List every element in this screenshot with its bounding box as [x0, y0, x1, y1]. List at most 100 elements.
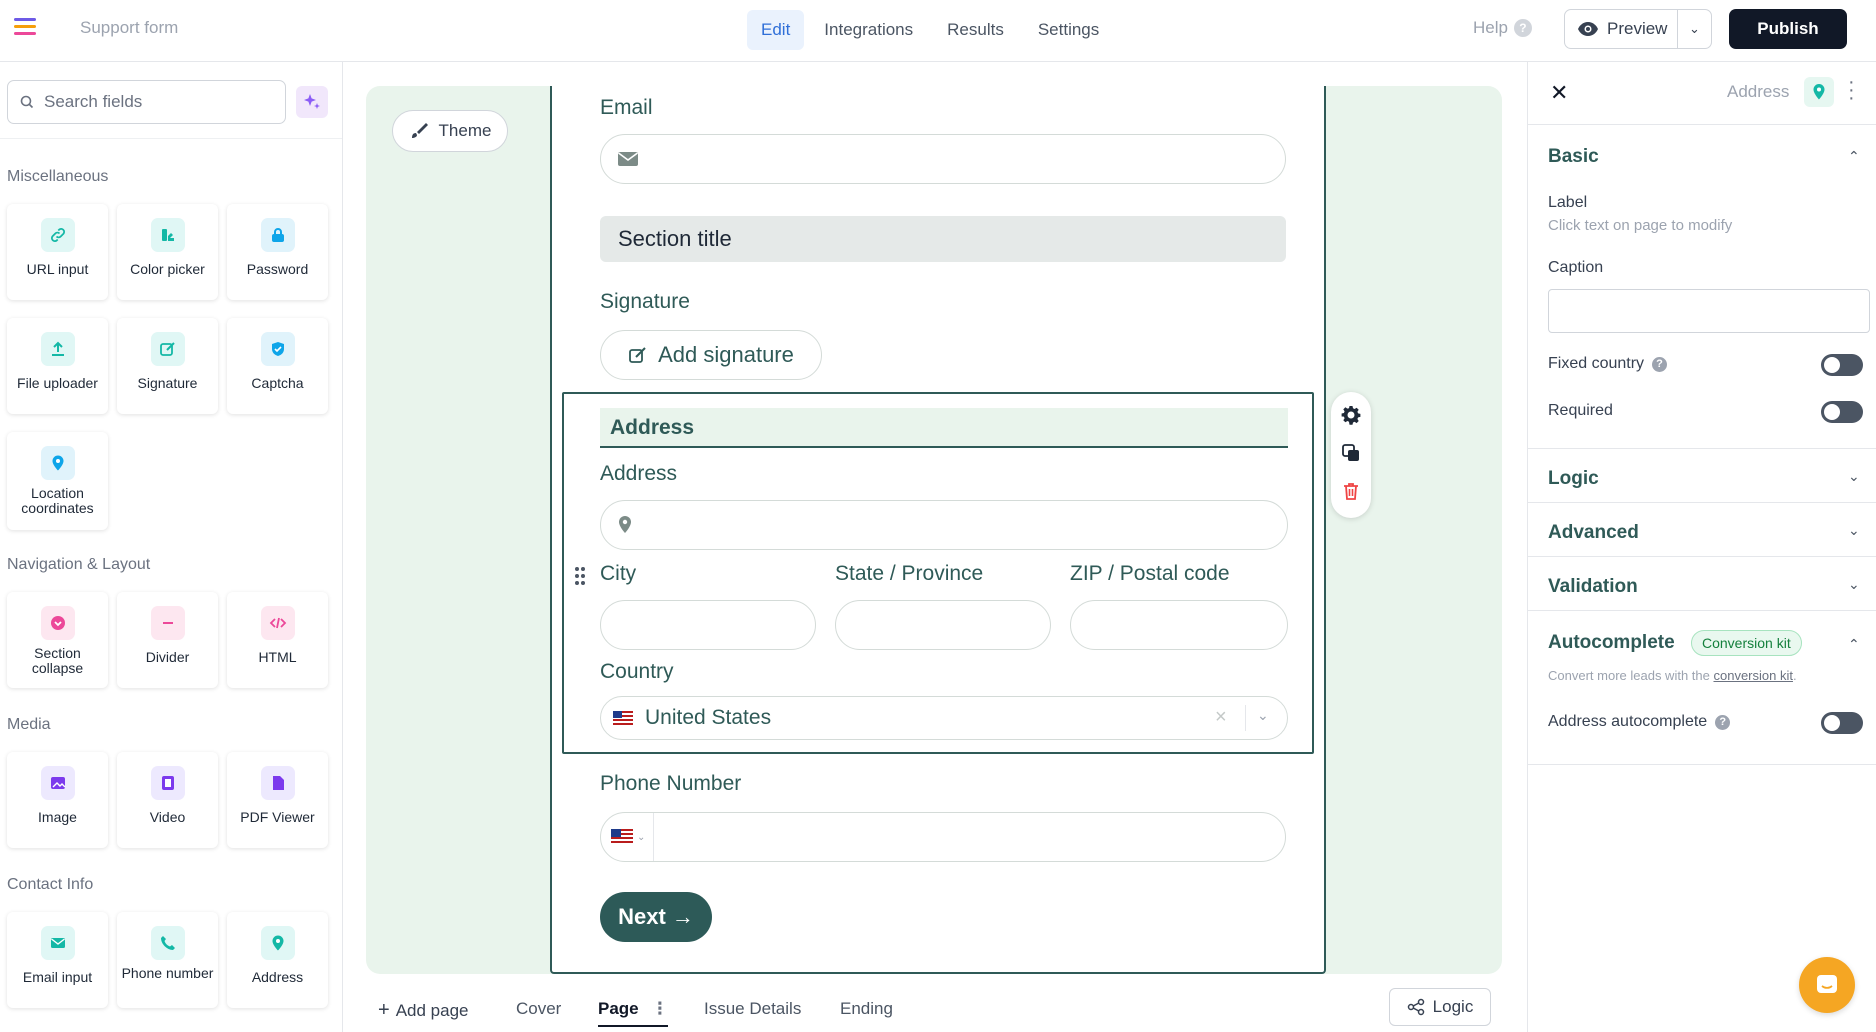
phone-country-picker[interactable]: ⌄ [611, 813, 655, 861]
chevron-up-icon[interactable]: ⌃ [1848, 148, 1860, 165]
field-captcha[interactable]: Captcha [227, 318, 328, 414]
next-button[interactable]: Next → [600, 892, 712, 942]
chevron-down-icon[interactable]: ⌄ [1678, 21, 1711, 37]
form-title[interactable]: Support form [80, 18, 178, 38]
section-logic[interactable]: Logic [1548, 468, 1599, 490]
field-pdf-viewer[interactable]: PDF Viewer [227, 752, 328, 848]
tile-label: HTML [258, 649, 297, 665]
field-divider[interactable]: Divider [117, 592, 218, 688]
section-validation[interactable]: Validation [1548, 576, 1638, 598]
help-icon[interactable]: ? [1652, 357, 1668, 372]
address-label[interactable]: Address [600, 462, 677, 486]
field-url-input[interactable]: URL input [7, 204, 108, 300]
tile-label: PDF Viewer [240, 809, 315, 825]
more-vertical-icon[interactable]: · · · [1848, 72, 1855, 108]
help-icon[interactable]: ? [1715, 715, 1731, 730]
country-label[interactable]: Country [600, 660, 674, 684]
field-image[interactable]: Image [7, 752, 108, 848]
page-tab-cover[interactable]: Cover [516, 999, 561, 1019]
field-section-collapse[interactable]: Section collapse [7, 592, 108, 688]
address-input[interactable] [600, 500, 1288, 550]
menu-icon[interactable] [14, 18, 38, 40]
edit-signature-icon [150, 332, 185, 366]
tile-label: Password [246, 261, 309, 277]
tab-integrations[interactable]: Integrations [810, 10, 927, 50]
city-input[interactable] [600, 600, 816, 650]
conversion-kit-link[interactable]: conversion kit [1713, 668, 1792, 683]
zip-input[interactable] [1070, 600, 1288, 650]
chevron-up-icon[interactable]: ⌃ [1848, 636, 1860, 653]
zip-label[interactable]: ZIP / Postal code [1070, 562, 1230, 586]
plus-icon: + [378, 999, 390, 1021]
duplicate-icon[interactable] [1341, 443, 1361, 468]
city-label[interactable]: City [600, 562, 636, 586]
field-phone-number[interactable]: Phone number [117, 912, 218, 1008]
fixed-country-toggle[interactable] [1821, 354, 1863, 376]
tile-label: File uploader [17, 375, 98, 391]
section-autocomplete[interactable]: Autocomplete [1548, 632, 1675, 654]
phone-label[interactable]: Phone Number [600, 772, 741, 796]
field-address[interactable]: Address [227, 912, 328, 1008]
section-advanced[interactable]: Advanced [1548, 522, 1639, 544]
country-select[interactable]: United States × ⌄ [600, 696, 1288, 740]
help-link[interactable]: Help ? [1473, 18, 1532, 38]
chat-support-button[interactable] [1799, 957, 1855, 1013]
field-color-picker[interactable]: Color picker [117, 204, 218, 300]
page-tab-issue-details[interactable]: Issue Details [704, 999, 801, 1019]
section-basic[interactable]: Basic [1548, 146, 1599, 168]
ai-sparkle-button[interactable] [296, 86, 328, 118]
field-html[interactable]: HTML [227, 592, 328, 688]
phone-input[interactable]: ⌄ [600, 812, 1286, 862]
address-block-selected[interactable]: Address Address City State / Province ZI… [562, 392, 1314, 754]
field-location-coordinates[interactable]: Location coordinates [7, 432, 108, 530]
preview-button[interactable]: Preview [1565, 10, 1678, 48]
field-email-input[interactable]: Email input [7, 912, 108, 1008]
state-input[interactable] [835, 600, 1051, 650]
caption-input[interactable] [1548, 289, 1870, 333]
panel-divider [1528, 556, 1876, 557]
chevron-down-icon[interactable]: ⌄ [1848, 468, 1860, 485]
publish-button[interactable]: Publish [1729, 9, 1847, 49]
sparkle-icon [304, 94, 320, 109]
chevron-down-icon[interactable]: ⌄ [1848, 522, 1860, 539]
chevron-down-icon[interactable]: ⌄ [1848, 576, 1860, 593]
logic-button[interactable]: Logic [1389, 988, 1491, 1026]
chevron-down-icon[interactable]: ⌄ [1257, 707, 1269, 724]
required-toggle[interactable] [1821, 401, 1863, 423]
theme-button[interactable]: Theme [392, 110, 508, 152]
section-title[interactable]: Section title [600, 216, 1286, 262]
address-autocomplete-toggle[interactable] [1821, 712, 1863, 734]
tab-results[interactable]: Results [933, 10, 1018, 50]
tab-settings[interactable]: Settings [1024, 10, 1113, 50]
clear-icon[interactable]: × [1215, 706, 1227, 729]
add-signature-button[interactable]: Add signature [600, 330, 822, 380]
address-block-title[interactable]: Address [600, 408, 1288, 448]
field-password[interactable]: Password [227, 204, 328, 300]
search-fields[interactable] [7, 80, 286, 124]
chat-icon [1817, 975, 1837, 993]
gear-icon[interactable] [1341, 405, 1361, 430]
more-vertical-icon[interactable]: ⋮ [651, 999, 668, 1018]
tab-edit[interactable]: Edit [747, 10, 805, 50]
search-input[interactable] [44, 92, 264, 112]
main-nav-tabs: Edit Integrations Results Settings [747, 10, 1113, 50]
field-signature[interactable]: Signature [117, 318, 218, 414]
field-video[interactable]: Video [117, 752, 218, 848]
trash-icon[interactable] [1341, 481, 1361, 506]
field-file-uploader[interactable]: File uploader [7, 318, 108, 414]
state-label[interactable]: State / Province [835, 562, 983, 586]
email-field[interactable] [600, 134, 1286, 184]
page-tab-ending[interactable]: Ending [840, 999, 893, 1019]
arrow-right-icon: → [671, 904, 694, 929]
theme-label: Theme [438, 121, 492, 140]
email-label[interactable]: Email [600, 96, 653, 120]
signature-label[interactable]: Signature [600, 290, 690, 314]
close-icon[interactable]: ✕ [1550, 80, 1568, 106]
top-bar: Support form Edit Integrations Results S… [0, 0, 1876, 62]
page-tab-page[interactable]: Page ⋮ [598, 999, 669, 1027]
preview-label: Preview [1607, 19, 1668, 38]
add-page-button[interactable]: + Add page [378, 999, 468, 1022]
logic-label: Logic [1432, 997, 1474, 1016]
minus-icon [150, 606, 185, 640]
drag-handle-icon[interactable] [574, 566, 586, 591]
